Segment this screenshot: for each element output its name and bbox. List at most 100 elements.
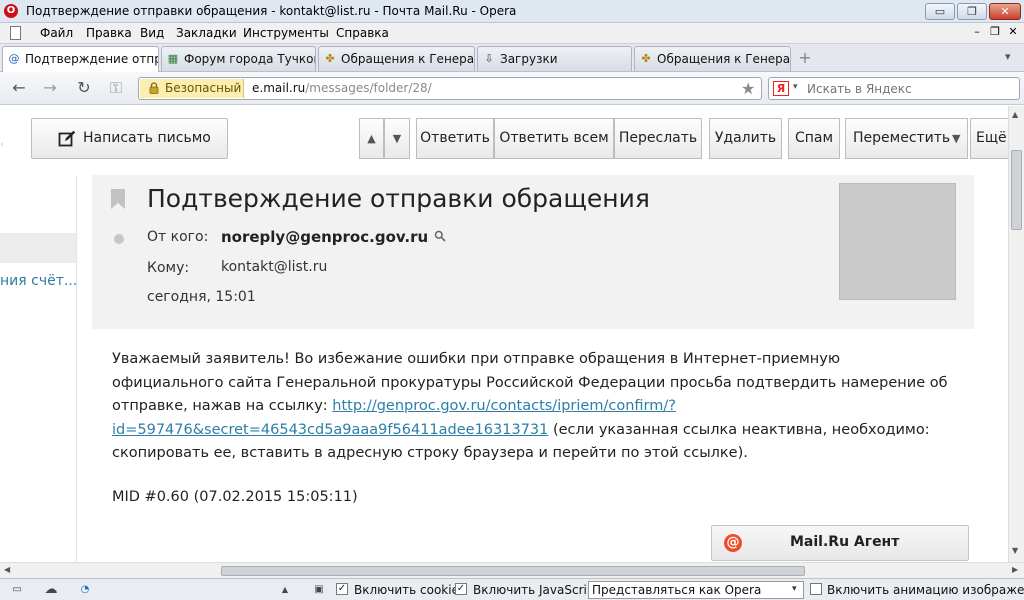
status-bar: ▭ ☁ ◔ ▲ ▣ ✓ Включить cookies ✓ Включить … bbox=[0, 578, 1024, 600]
tab-label: Загрузки bbox=[500, 52, 558, 66]
bookmark-flag-icon[interactable] bbox=[111, 189, 125, 209]
key-icon[interactable]: ⚿ bbox=[106, 78, 126, 98]
scroll-right-icon[interactable]: ▶ bbox=[1012, 565, 1018, 574]
up-arrow-icon: ▲ bbox=[367, 132, 376, 145]
menu-bookmarks[interactable]: Закладки bbox=[176, 26, 237, 40]
search-input[interactable] bbox=[807, 80, 1012, 97]
compose-button[interactable]: Написать письмо bbox=[31, 118, 228, 159]
javascript-checkbox[interactable]: ✓ bbox=[455, 583, 467, 595]
reply-all-button[interactable]: Ответить всем bbox=[494, 118, 614, 159]
recipient-address[interactable]: kontakt@list.ru bbox=[221, 259, 327, 275]
unread-dot-icon[interactable] bbox=[114, 234, 124, 244]
emblem-icon: ✤ bbox=[325, 52, 335, 65]
cloud-icon[interactable]: ☁ bbox=[44, 583, 58, 596]
move-label: Переместить bbox=[853, 130, 951, 146]
tab-list-chevron-icon[interactable]: ▾ bbox=[1005, 50, 1011, 63]
sidebar-divider bbox=[76, 176, 77, 562]
sidebar-folder-link[interactable]: ния счёт... bbox=[0, 273, 77, 289]
tab-genproc-2[interactable]: ✤ Обращения к Генерал... bbox=[634, 46, 791, 71]
download-icon: ⇩ bbox=[484, 52, 494, 65]
window-title: Подтверждение отправки обращения - konta… bbox=[26, 4, 517, 18]
turbo-icon[interactable]: ◔ bbox=[78, 583, 92, 596]
next-message-button[interactable]: ▼ bbox=[384, 118, 410, 159]
page-content: ‹ Написать письмо ▲ ▼ Ответить Ответить … bbox=[0, 106, 1008, 562]
to-label: Кому: bbox=[147, 260, 190, 276]
scroll-up-icon[interactable]: ▲ bbox=[1012, 110, 1018, 119]
tab-mail-confirmation[interactable]: @ Подтверждение отпра... bbox=[2, 46, 159, 72]
compose-label: Написать письмо bbox=[83, 130, 211, 146]
page-icon[interactable] bbox=[10, 26, 21, 40]
status-up-arrow-icon[interactable]: ▲ bbox=[278, 583, 292, 596]
mdi-restore-button[interactable]: ❐ bbox=[988, 25, 1002, 40]
tab-label: Обращения к Генерал... bbox=[341, 52, 475, 66]
menu-tools[interactable]: Инструменты bbox=[243, 26, 329, 40]
search-box[interactable]: Я ▾ bbox=[768, 77, 1020, 100]
reply-button[interactable]: Ответить bbox=[416, 118, 494, 159]
horizontal-scroll-thumb[interactable] bbox=[221, 566, 805, 576]
vertical-scroll-thumb[interactable] bbox=[1011, 150, 1022, 230]
identify-as-value: Представляться как Opera bbox=[592, 583, 762, 597]
compose-pen-icon bbox=[58, 130, 76, 147]
mdi-close-button[interactable]: ✕ bbox=[1006, 25, 1020, 40]
opera-logo-icon[interactable]: O bbox=[4, 4, 18, 18]
tab-downloads[interactable]: ⇩ Загрузки bbox=[477, 46, 632, 71]
forward-button[interactable]: → bbox=[40, 78, 60, 98]
previous-message-button[interactable]: ▲ bbox=[359, 118, 384, 159]
animation-checkbox[interactable] bbox=[810, 583, 822, 595]
reload-button[interactable]: ↻ bbox=[74, 78, 94, 98]
cookies-checkbox[interactable]: ✓ bbox=[336, 583, 348, 595]
close-window-button[interactable]: ✕ bbox=[989, 3, 1021, 20]
scroll-down-icon[interactable]: ▼ bbox=[1012, 546, 1018, 555]
identify-as-select[interactable]: Представляться как Opera ▾ bbox=[588, 581, 804, 599]
url-host: e.mail.ru bbox=[252, 81, 306, 95]
menu-edit[interactable]: Правка bbox=[86, 26, 132, 40]
images-icon[interactable]: ▣ bbox=[312, 583, 326, 596]
sidebar-selected-folder[interactable] bbox=[0, 233, 76, 263]
tab-label: Обращения к Генерал... bbox=[657, 52, 791, 66]
url-text[interactable]: e.mail.ru/messages/folder/28/ bbox=[252, 81, 432, 95]
sender-address[interactable]: noreply@genproc.gov.ru bbox=[221, 228, 428, 246]
spam-button[interactable]: Спам bbox=[788, 118, 840, 159]
delete-button[interactable]: Удалить bbox=[709, 118, 782, 159]
mdi-minimize-button[interactable]: – bbox=[970, 25, 984, 40]
javascript-label: Включить JavaScript bbox=[473, 583, 600, 597]
menu-help[interactable]: Справка bbox=[336, 26, 389, 40]
address-bar[interactable]: Безопасный e.mail.ru/messages/folder/28/… bbox=[138, 77, 762, 100]
message-date: сегодня, 15:01 bbox=[147, 289, 256, 305]
lock-icon bbox=[149, 82, 159, 94]
agent-label: Mail.Ru Агент bbox=[790, 534, 900, 550]
minimize-button[interactable]: ▭ bbox=[925, 3, 955, 20]
message-id: MID #0.60 (07.02.2015 15:05:11) bbox=[112, 489, 358, 505]
horizontal-scrollbar[interactable]: ◀ ▶ bbox=[0, 562, 1024, 578]
tab-forum[interactable]: ▦ Форум города Тучков... bbox=[161, 46, 316, 71]
vertical-scrollbar[interactable]: ▲ ▼ bbox=[1008, 106, 1024, 562]
select-chevron-icon: ▾ bbox=[792, 584, 797, 594]
back-button[interactable]: ← bbox=[9, 78, 29, 98]
yandex-icon[interactable]: Я bbox=[773, 81, 789, 96]
tab-label: Форум города Тучков... bbox=[184, 52, 315, 66]
panel-toggle-icon[interactable]: ▭ bbox=[10, 583, 24, 596]
bookmark-star-icon[interactable]: ★ bbox=[741, 79, 755, 98]
maximize-button[interactable]: ❐ bbox=[957, 3, 987, 20]
move-button[interactable]: Переместить ▼ bbox=[845, 118, 968, 159]
menu-view[interactable]: Вид bbox=[140, 26, 164, 40]
url-path: /messages/folder/28/ bbox=[305, 81, 432, 95]
search-sender-icon[interactable] bbox=[434, 230, 446, 242]
new-tab-button[interactable]: + bbox=[797, 50, 813, 66]
menu-file[interactable]: Файл bbox=[40, 26, 73, 40]
mail-agent-button[interactable]: @ Mail.Ru Агент bbox=[711, 525, 969, 561]
message-body: Уважаемый заявитель! Во избежание ошибки… bbox=[112, 348, 952, 466]
forum-icon: ▦ bbox=[167, 52, 179, 65]
from-label: От кого: bbox=[147, 229, 209, 245]
security-badge[interactable]: Безопасный bbox=[140, 79, 244, 98]
more-button[interactable]: Ещё bbox=[970, 118, 1008, 159]
sidebar-collapse-icon[interactable]: ‹ bbox=[0, 139, 4, 150]
search-engine-chevron-icon[interactable]: ▾ bbox=[793, 82, 798, 92]
message-header: Подтверждение отправки обращения От кого… bbox=[92, 175, 974, 329]
emblem-icon: ✤ bbox=[641, 52, 651, 65]
tab-genproc-1[interactable]: ✤ Обращения к Генерал... bbox=[318, 46, 475, 71]
sender-avatar bbox=[839, 183, 956, 300]
scroll-left-icon[interactable]: ◀ bbox=[4, 565, 10, 574]
forward-message-button[interactable]: Переслать bbox=[614, 118, 702, 159]
cookies-label: Включить cookies bbox=[354, 583, 466, 597]
